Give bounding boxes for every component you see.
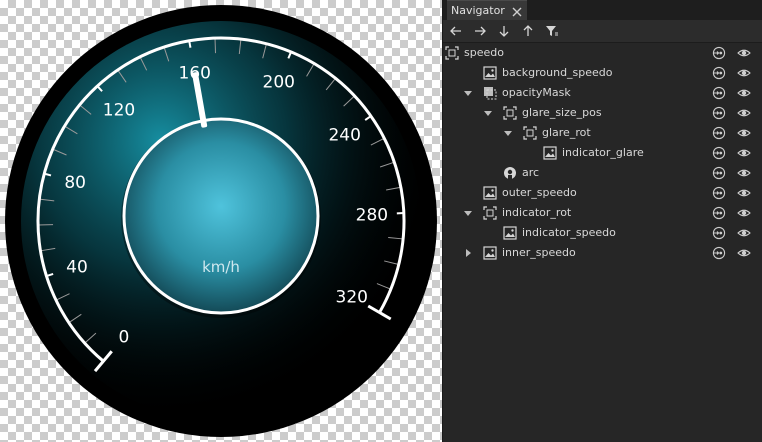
- arrow-up-icon[interactable]: [519, 22, 537, 40]
- navigator-toolbar: [443, 20, 762, 43]
- export-toggle-icon[interactable]: [712, 46, 726, 60]
- opacity-mask-icon: [483, 86, 497, 100]
- close-icon[interactable]: [511, 5, 523, 17]
- arrow-right-icon[interactable]: [471, 22, 489, 40]
- visibility-eye-icon[interactable]: [737, 86, 751, 100]
- export-toggle-icon[interactable]: [712, 206, 726, 220]
- tree-item-label: glare_size_pos: [522, 106, 602, 119]
- scale-label: 120: [103, 101, 135, 121]
- tree-item-label: indicator_glare: [562, 146, 644, 159]
- arc-shape-icon: [503, 166, 517, 180]
- arrow-down-icon[interactable]: [495, 22, 513, 40]
- tree-item-indicator-glare[interactable]: indicator_glare: [443, 143, 762, 163]
- visibility-eye-icon[interactable]: [737, 246, 751, 260]
- item-icon: [523, 126, 537, 140]
- tree-item-indicator-speedo[interactable]: indicator_speedo: [443, 223, 762, 243]
- filter-icon[interactable]: [543, 22, 561, 40]
- speedometer-gauge: 04080120160200240280320 km/h: [5, 5, 437, 437]
- visibility-eye-icon[interactable]: [737, 206, 751, 220]
- export-toggle-icon[interactable]: [712, 186, 726, 200]
- scale-label: 320: [336, 288, 368, 308]
- tree-item-label: glare_rot: [542, 126, 591, 139]
- navigator-tree: speedo background_speedo opacityMask glare_…: [443, 43, 762, 263]
- export-toggle-icon[interactable]: [712, 86, 726, 100]
- tree-item-label: background_speedo: [502, 66, 613, 79]
- scale-label: 280: [356, 205, 388, 225]
- scale-label: 40: [66, 257, 88, 277]
- tree-item-label: outer_speedo: [502, 186, 577, 199]
- export-toggle-icon[interactable]: [712, 146, 726, 160]
- tree-item-label: speedo: [464, 46, 504, 59]
- export-toggle-icon[interactable]: [712, 246, 726, 260]
- image-icon: [543, 146, 557, 160]
- design-canvas[interactable]: 04080120160200240280320 km/h: [0, 0, 442, 442]
- scale-label: 80: [64, 173, 86, 193]
- tree-item-label: indicator_speedo: [522, 226, 616, 239]
- expand-arrow-down-icon[interactable]: [503, 128, 513, 138]
- navigator-panel: Navigator speedo background_speedoopacity…: [442, 0, 762, 442]
- arrow-left-icon[interactable]: [447, 22, 465, 40]
- unit-label: km/h: [202, 258, 240, 276]
- export-toggle-icon[interactable]: [712, 166, 726, 180]
- image-icon: [503, 226, 517, 240]
- tree-item-label: opacityMask: [502, 86, 571, 99]
- navigator-tab-title: Navigator: [451, 3, 505, 17]
- scale-label: 240: [328, 125, 360, 145]
- item-icon: [445, 46, 459, 60]
- navigator-tab[interactable]: Navigator: [447, 0, 527, 20]
- item-icon: [503, 106, 517, 120]
- scale-label: 200: [263, 72, 295, 92]
- tree-item-glare-rot[interactable]: glare_rot: [443, 123, 762, 143]
- expand-arrow-down-icon[interactable]: [483, 108, 493, 118]
- export-toggle-icon[interactable]: [712, 226, 726, 240]
- tree-item-label: indicator_rot: [502, 206, 572, 219]
- expand-arrow-right-icon[interactable]: [463, 248, 473, 258]
- inner-speedo: [122, 117, 320, 315]
- tree-item-opacitymask[interactable]: opacityMask: [443, 83, 762, 103]
- tree-item-inner-speedo[interactable]: inner_speedo: [443, 243, 762, 263]
- tree-item-label: arc: [522, 166, 540, 179]
- tree-item-background-speedo[interactable]: background_speedo: [443, 63, 762, 83]
- expand-arrow-down-icon[interactable]: [463, 208, 473, 218]
- export-toggle-icon[interactable]: [712, 106, 726, 120]
- item-icon: [483, 206, 497, 220]
- export-toggle-icon[interactable]: [712, 66, 726, 80]
- visibility-eye-icon[interactable]: [737, 66, 751, 80]
- export-toggle-icon[interactable]: [712, 126, 726, 140]
- image-icon: [483, 246, 497, 260]
- visibility-eye-icon[interactable]: [737, 106, 751, 120]
- visibility-eye-icon[interactable]: [737, 226, 751, 240]
- visibility-eye-icon[interactable]: [737, 166, 751, 180]
- expand-arrow-down-icon[interactable]: [463, 88, 473, 98]
- visibility-eye-icon[interactable]: [737, 126, 751, 140]
- image-icon: [483, 66, 497, 80]
- image-icon: [483, 186, 497, 200]
- tree-item-glare-size-pos[interactable]: glare_size_pos: [443, 103, 762, 123]
- navigator-tabbar: Navigator: [443, 0, 762, 20]
- tree-item-label: inner_speedo: [502, 246, 576, 259]
- visibility-eye-icon[interactable]: [737, 186, 751, 200]
- visibility-eye-icon[interactable]: [737, 146, 751, 160]
- tree-item-speedo[interactable]: speedo: [443, 43, 762, 63]
- tree-item-outer-speedo[interactable]: outer_speedo: [443, 183, 762, 203]
- scale-label: 0: [119, 328, 130, 348]
- tree-item-indicator-rot[interactable]: indicator_rot: [443, 203, 762, 223]
- tree-item-arc[interactable]: arc: [443, 163, 762, 183]
- visibility-eye-icon[interactable]: [737, 46, 751, 60]
